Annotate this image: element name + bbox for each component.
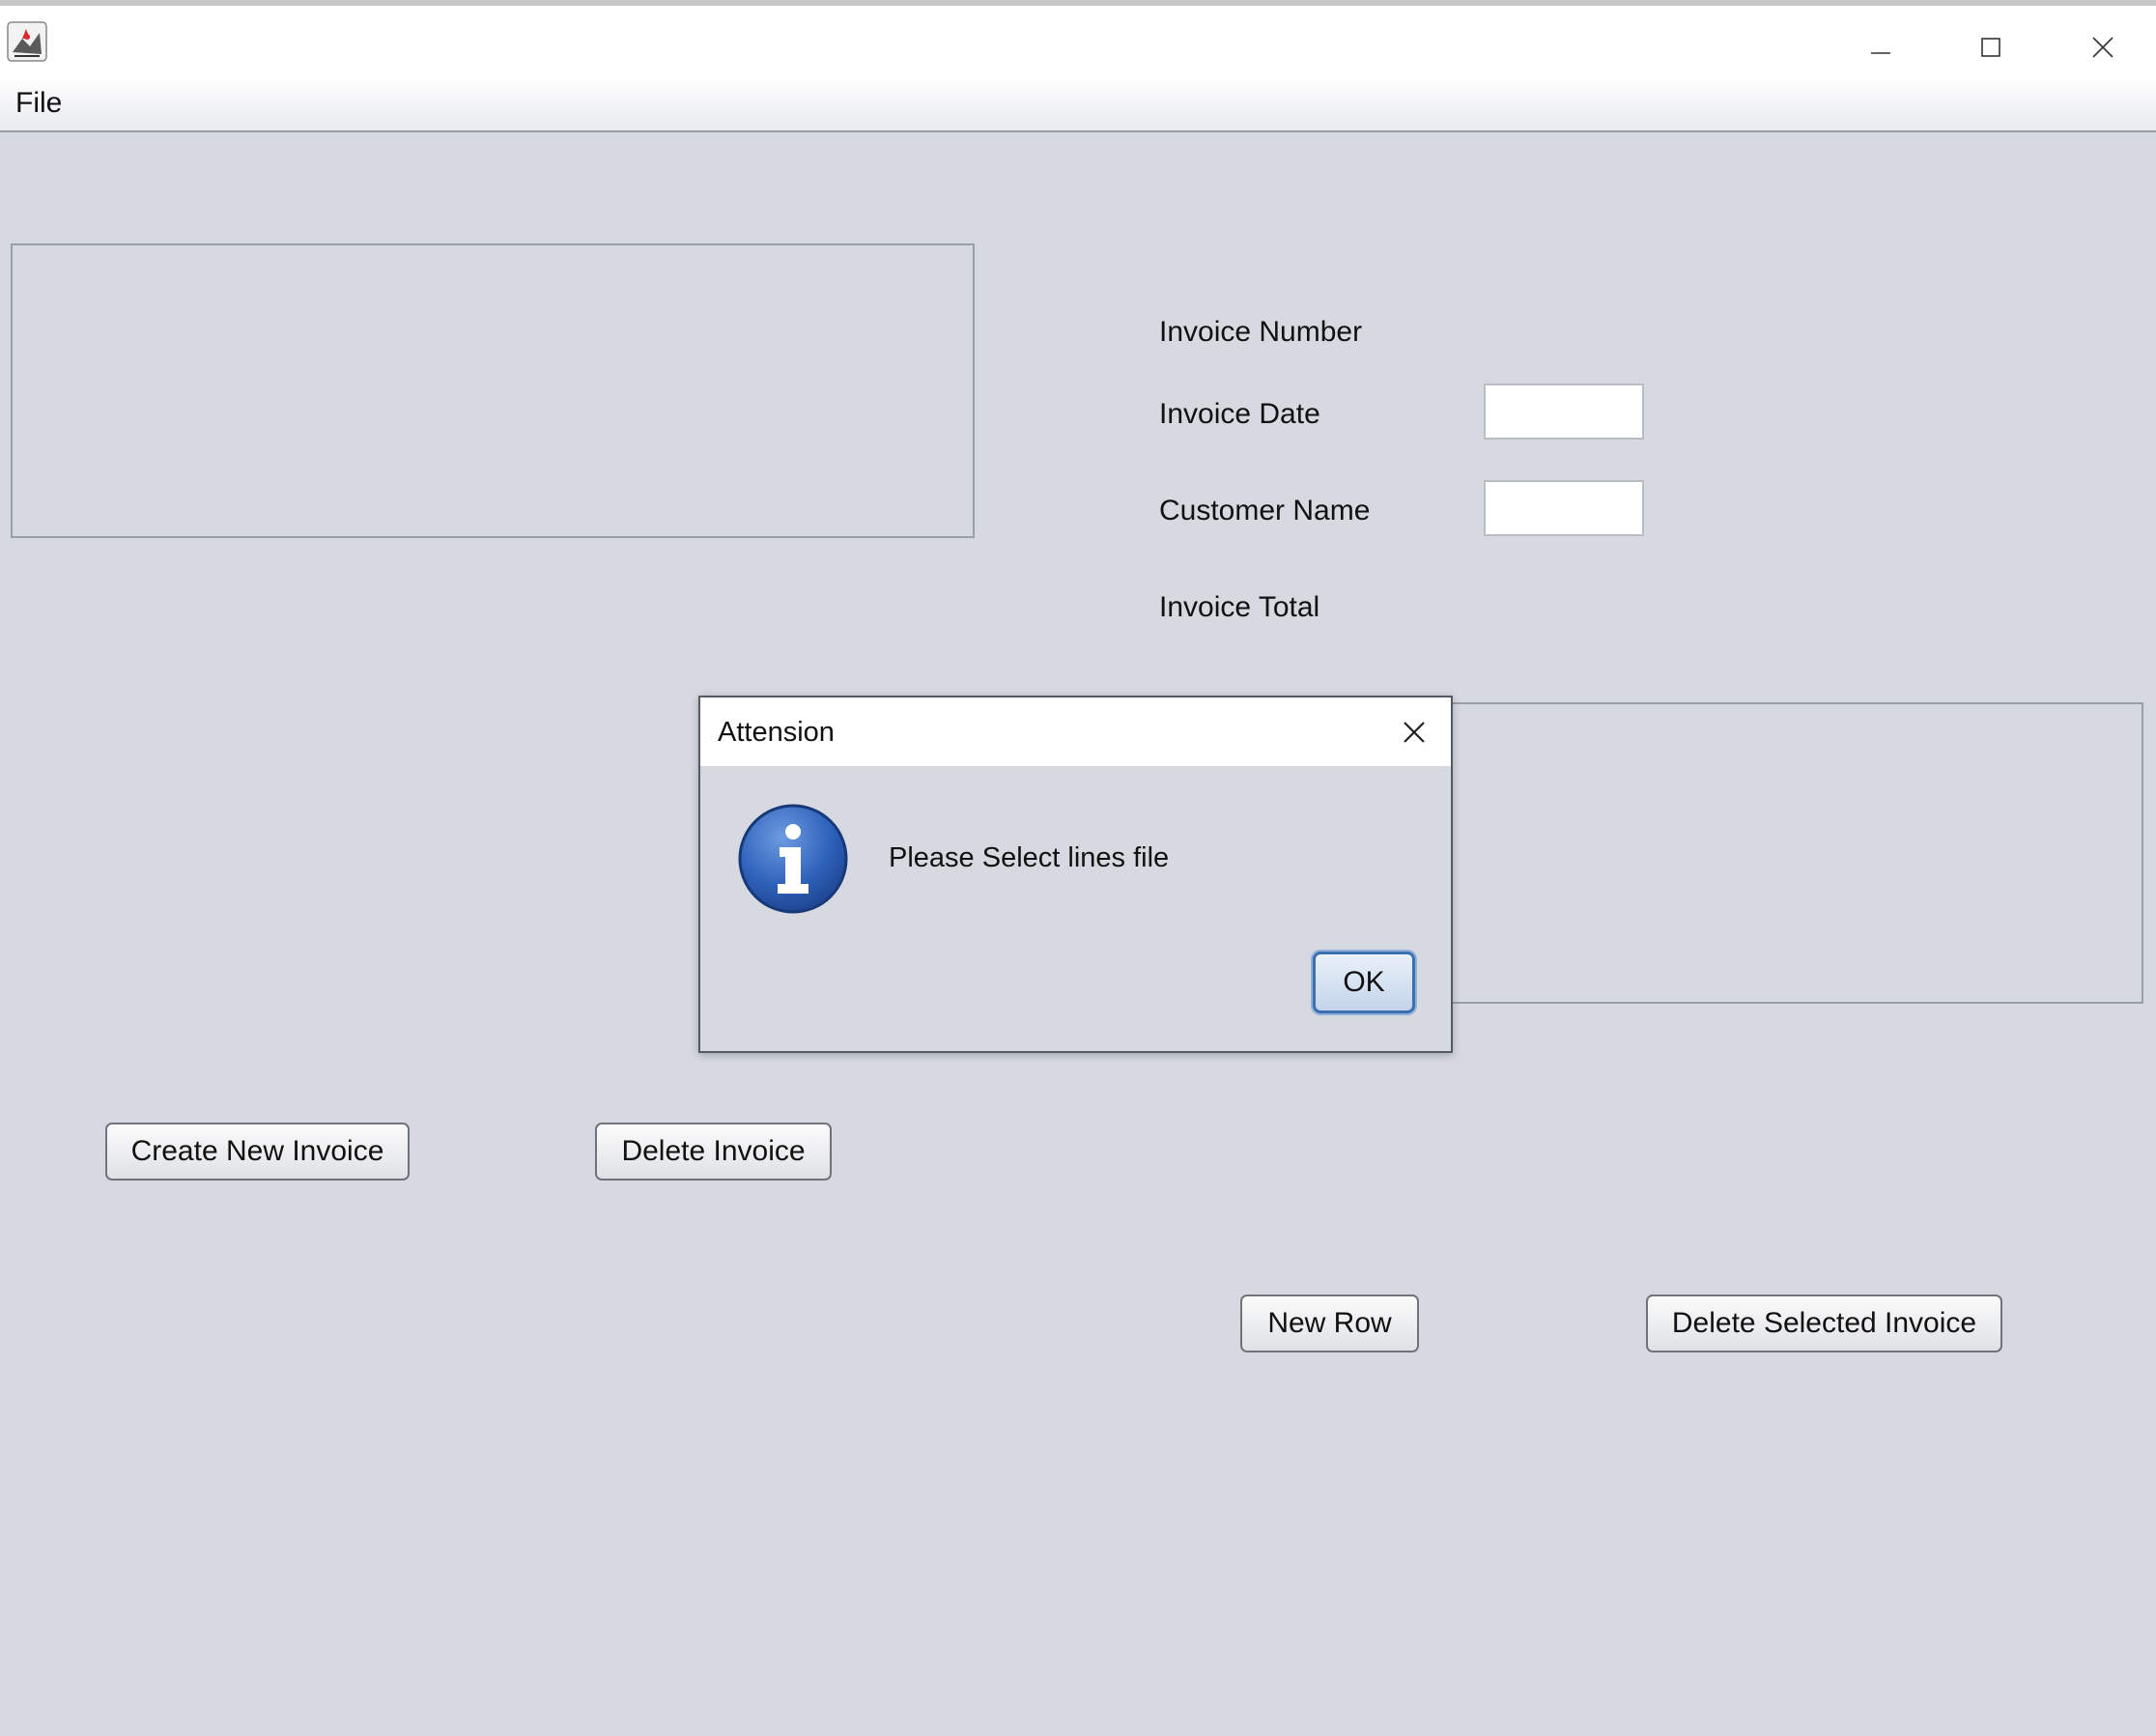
invoice-total-label: Invoice Total bbox=[1159, 591, 1320, 623]
customer-name-field[interactable] bbox=[1484, 480, 1644, 536]
ok-button[interactable]: OK bbox=[1313, 952, 1415, 1013]
invoice-number-label: Invoice Number bbox=[1159, 316, 1363, 348]
minimize-button[interactable] bbox=[1828, 12, 1934, 83]
new-row-button[interactable]: New Row bbox=[1240, 1295, 1419, 1352]
delete-selected-invoice-button[interactable]: Delete Selected Invoice bbox=[1646, 1295, 2002, 1352]
invoice-date-field[interactable] bbox=[1484, 384, 1644, 440]
menu-bar: File bbox=[0, 77, 2156, 132]
delete-invoice-button[interactable]: Delete Invoice bbox=[595, 1123, 832, 1181]
info-icon bbox=[738, 804, 848, 914]
dialog-message: Please Select lines file bbox=[889, 842, 1170, 873]
invoices-table-panel[interactable] bbox=[11, 243, 975, 538]
close-icon[interactable] bbox=[1401, 719, 1428, 746]
dialog-title: Attension bbox=[718, 717, 835, 748]
maximize-icon bbox=[1981, 38, 2000, 57]
customer-name-label: Customer Name bbox=[1159, 495, 1371, 526]
java-app-icon bbox=[7, 21, 47, 62]
create-new-invoice-button[interactable]: Create New Invoice bbox=[105, 1123, 410, 1181]
title-bar[interactable] bbox=[0, 6, 2156, 77]
attension-dialog: Attension Please Select lines file OK bbox=[698, 696, 1453, 1053]
invoice-date-label: Invoice Date bbox=[1159, 398, 1320, 430]
close-icon bbox=[2092, 37, 2113, 58]
dialog-title-bar[interactable]: Attension bbox=[700, 697, 1451, 766]
maximize-button[interactable] bbox=[1938, 12, 2044, 83]
close-window-button[interactable] bbox=[2050, 12, 2156, 83]
menu-file[interactable]: File bbox=[15, 87, 62, 120]
main-window: File Invoice Number Invoice Date Custome… bbox=[0, 0, 2156, 1736]
minimize-icon bbox=[1871, 52, 1890, 54]
